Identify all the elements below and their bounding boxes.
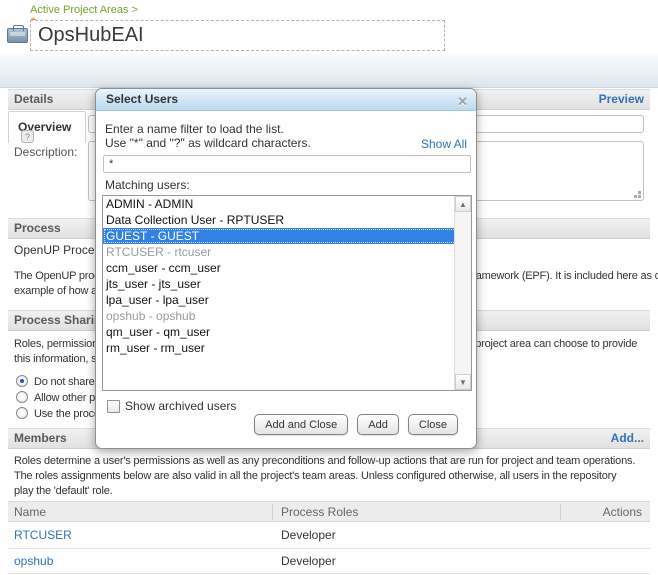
close-icon[interactable]: ✕ bbox=[457, 91, 468, 112]
radio-selected-icon[interactable] bbox=[16, 375, 28, 387]
project-area-icon bbox=[7, 28, 28, 43]
preview-link[interactable]: Preview bbox=[599, 90, 644, 109]
close-button[interactable]: Close bbox=[408, 414, 458, 435]
project-area-editor: Active Project Areas > * Overview? Timel… bbox=[0, 0, 658, 575]
radio-unselected-icon[interactable] bbox=[16, 391, 28, 403]
member-name-link[interactable]: opshub bbox=[14, 554, 53, 568]
list-item-selected[interactable]: GUEST - GUEST bbox=[103, 228, 471, 244]
column-divider bbox=[272, 504, 273, 520]
scroll-up-icon[interactable]: ▲ bbox=[455, 196, 471, 212]
list-item[interactable]: Data Collection User - RPTUSER bbox=[103, 212, 471, 228]
list-item[interactable]: ADMIN - ADMIN bbox=[103, 196, 471, 212]
breadcrumb[interactable]: Active Project Areas > bbox=[30, 4, 138, 16]
tab-bar: Overview? Timelines Roles Permissions Ac… bbox=[0, 54, 658, 88]
dialog-intro-line2: Use "*" and "?" as wildcard characters. bbox=[105, 136, 311, 150]
member-role: Developer bbox=[281, 528, 336, 542]
member-role: Developer bbox=[281, 554, 336, 568]
row-divider bbox=[8, 573, 650, 574]
members-heading: Members bbox=[14, 431, 67, 445]
list-item-disabled[interactable]: RTCUSER - rtcuser bbox=[103, 244, 471, 260]
matching-users-listbox[interactable]: ADMIN - ADMIN Data Collection User - RPT… bbox=[102, 195, 472, 391]
add-and-close-button[interactable]: Add and Close bbox=[254, 414, 348, 435]
add-member-link[interactable]: Add... bbox=[611, 429, 644, 448]
column-actions: Actions bbox=[603, 502, 642, 522]
list-item[interactable]: rm_user - rm_user bbox=[103, 340, 471, 356]
name-filter-input[interactable] bbox=[103, 155, 471, 173]
help-icon[interactable]: ? bbox=[21, 130, 34, 143]
project-name-input[interactable] bbox=[30, 20, 445, 51]
add-button[interactable]: Add bbox=[357, 414, 399, 435]
column-process-roles: Process Roles bbox=[281, 502, 358, 522]
row-divider bbox=[8, 548, 650, 549]
scroll-down-icon[interactable]: ▼ bbox=[455, 374, 471, 390]
list-item[interactable]: lpa_user - lpa_user bbox=[103, 292, 471, 308]
column-divider bbox=[560, 504, 561, 520]
details-heading: Details bbox=[14, 92, 53, 106]
radio-unselected-icon[interactable] bbox=[16, 407, 28, 419]
show-archived-label: Show archived users bbox=[125, 399, 236, 413]
column-name: Name bbox=[14, 502, 46, 522]
members-description-line3: play the 'default' role. bbox=[14, 485, 112, 497]
show-all-link[interactable]: Show All bbox=[421, 137, 467, 151]
members-description-line1: Roles determine a user's permissions as … bbox=[14, 455, 635, 467]
matching-users-label: Matching users: bbox=[105, 178, 190, 192]
list-item[interactable]: qm_user - qm_user bbox=[103, 324, 471, 340]
member-name-link[interactable]: RTCUSER bbox=[14, 528, 72, 542]
list-item-disabled[interactable]: opshub - opshub bbox=[103, 308, 471, 324]
dialog-title: Select Users bbox=[106, 92, 178, 106]
show-archived-checkbox[interactable] bbox=[107, 400, 120, 413]
process-name: OpenUP Process bbox=[14, 243, 107, 257]
members-table-header: Name Process Roles Actions bbox=[8, 501, 650, 522]
dialog-title-bar[interactable]: Select Users ✕ bbox=[96, 89, 476, 111]
dialog-button-row: Add and Close Add Close bbox=[254, 414, 458, 435]
tab-overview[interactable]: Overview? bbox=[8, 111, 86, 143]
list-item[interactable]: ccm_user - ccm_user bbox=[103, 260, 471, 276]
list-item[interactable]: jts_user - jts_user bbox=[103, 276, 471, 292]
members-description-line2: The roles assignments below are also val… bbox=[14, 470, 616, 482]
process-heading: Process bbox=[14, 221, 61, 235]
select-users-dialog: Select Users ✕ Enter a name filter to lo… bbox=[95, 88, 477, 449]
dialog-intro-line1: Enter a name filter to load the list. bbox=[105, 122, 284, 136]
scrollbar[interactable]: ▲ ▼ bbox=[454, 196, 471, 390]
